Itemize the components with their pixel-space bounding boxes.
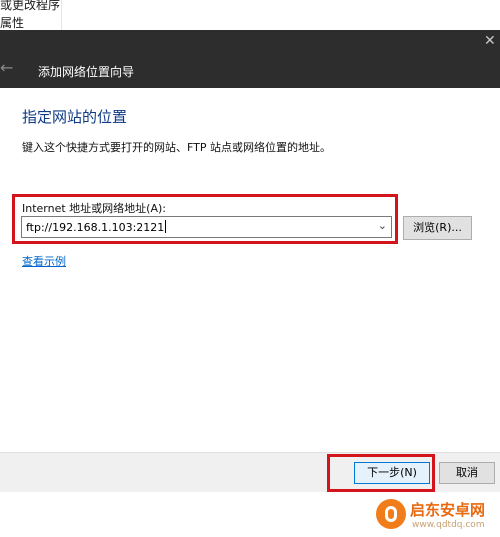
explorer-item-change-program[interactable]: 或更改程序 xyxy=(0,0,60,13)
chevron-down-icon[interactable]: ⌄ xyxy=(378,219,387,232)
text-caret xyxy=(165,220,167,233)
watermark-url: www.qdtdq.com xyxy=(412,520,485,530)
wizard-title: 添加网络位置向导 xyxy=(38,65,135,79)
watermark: 启东安卓网 www.qdtdq.com xyxy=(372,493,500,537)
address-label: Internet 地址或网络地址(A): xyxy=(22,202,166,215)
close-icon[interactable]: ✕ xyxy=(484,34,496,48)
add-network-location-wizard: ← 添加网络位置向导 ✕ 指定网站的位置 键入这个快捷方式要打开的网站、FTP … xyxy=(0,30,500,492)
instruction-text: 键入这个快捷方式要打开的网站、FTP 站点或网络位置的地址。 xyxy=(22,141,331,154)
explorer-item-properties[interactable]: 属性 xyxy=(0,14,24,31)
address-combobox[interactable]: ftp://192.168.1.103:2121 ⌄ xyxy=(21,216,392,238)
address-input[interactable]: ftp://192.168.1.103:2121 xyxy=(26,220,167,234)
wizard-titlebar: ← 添加网络位置向导 ✕ xyxy=(0,30,500,88)
back-arrow-icon[interactable]: ← xyxy=(0,60,13,76)
cancel-button[interactable]: 取消 xyxy=(439,462,495,484)
browse-button[interactable]: 浏览(R)... xyxy=(403,216,472,240)
explorer-background: 或更改程序 属性 xyxy=(0,0,500,30)
page-heading: 指定网站的位置 xyxy=(22,108,128,126)
view-example-link[interactable]: 查看示例 xyxy=(22,253,66,269)
next-button[interactable]: 下一步(N) xyxy=(354,462,430,484)
watermark-title: 启东安卓网 xyxy=(410,501,486,519)
watermark-logo-icon xyxy=(376,499,406,529)
address-value: ftp://192.168.1.103:2121 xyxy=(26,221,165,234)
